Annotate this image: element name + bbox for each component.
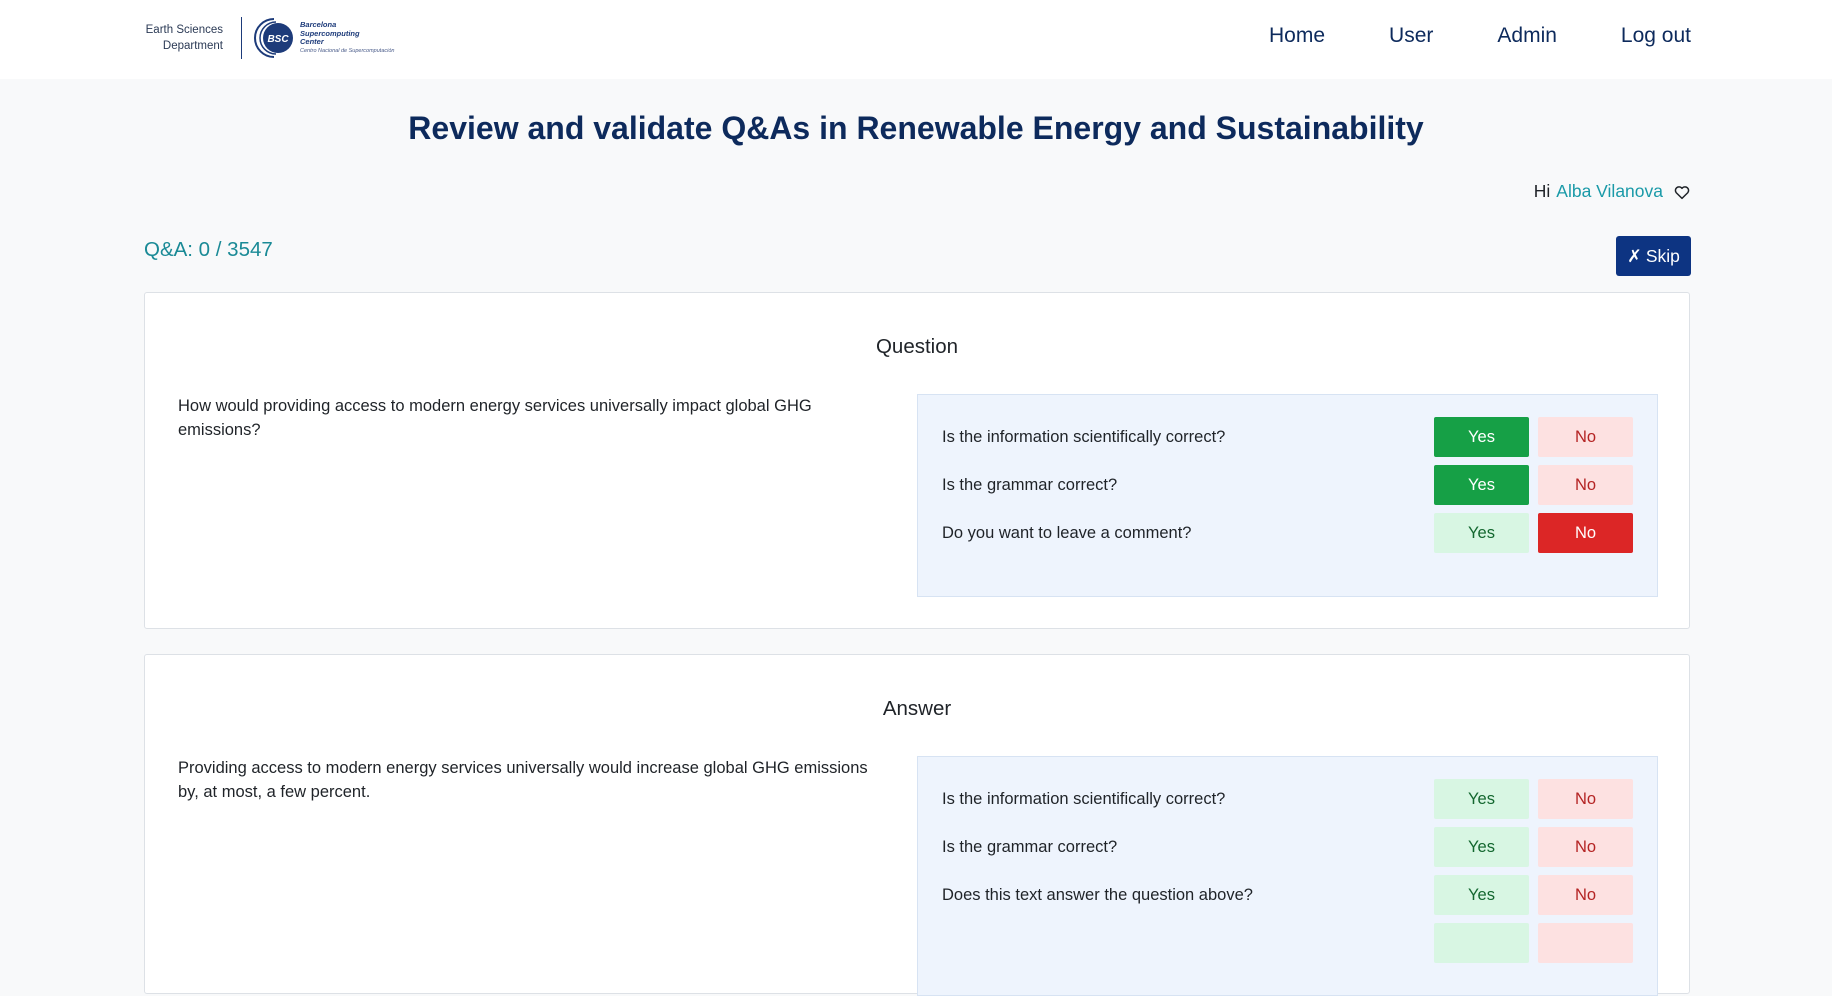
no-button[interactable]: No [1538,875,1633,915]
check-label: Do you want to leave a comment? [942,523,1192,542]
answer-check-row: Is the information scientifically correc… [942,779,1633,819]
yes-no-group [1434,923,1633,963]
yes-button[interactable]: Yes [1434,417,1529,457]
yes-no-group: Yes No [1434,465,1633,505]
check-label: Does this text answer the question above… [942,885,1253,904]
user-greeting: Hi Alba Vilanova [1534,181,1691,202]
no-button[interactable] [1538,923,1633,963]
check-label: Is the grammar correct? [942,837,1118,856]
yes-no-group: Yes No [1434,417,1633,457]
answer-check-row: Does this text answer the question above… [942,875,1633,915]
yes-button[interactable]: Yes [1434,779,1529,819]
question-check-row: Is the information scientifically correc… [942,417,1633,457]
answer-card: Answer Providing access to modern energy… [144,654,1690,996]
question-card: Question How would providing access to m… [144,292,1690,629]
skip-button[interactable]: ✗ Skip [1616,236,1691,276]
bsc-logo: BSC Barcelona Supercomputing Center Cent… [252,17,394,59]
yes-button[interactable] [1434,923,1529,963]
yes-button[interactable]: Yes [1434,827,1529,867]
no-button[interactable]: No [1538,417,1633,457]
svg-text:BSC: BSC [267,34,289,45]
department-name: Earth Sciences Department [143,22,223,54]
bsc-wordmark: Barcelona Supercomputing Center Centro N… [300,20,395,55]
top-navbar: Earth Sciences Department BSC Barcelona … [0,0,1832,79]
no-button[interactable]: No [1538,465,1633,505]
no-button[interactable]: No [1538,779,1633,819]
answer-check-row: Is the grammar correct? Yes No [942,827,1633,867]
main-nav: Home User Admin Log out [1269,24,1691,48]
department-line-2: Department [162,40,223,52]
yes-no-group: Yes No [1434,779,1633,819]
question-checks-panel: Is the information scientifically correc… [917,394,1658,597]
check-label: Is the grammar correct? [942,475,1118,494]
nav-home[interactable]: Home [1269,24,1325,48]
no-button[interactable]: No [1538,827,1633,867]
greeting-prefix: Hi [1533,181,1551,201]
brand-logo[interactable]: Earth Sciences Department BSC Barcelona … [143,16,394,60]
bsc-emblem-icon: BSC [254,18,293,58]
yes-button[interactable]: Yes [1434,513,1529,553]
answer-check-row [942,923,1633,963]
answer-text: Providing access to modern energy servic… [178,759,868,801]
user-name-link[interactable]: Alba Vilanova [1556,181,1663,202]
skip-icon: ✗ [1627,245,1642,266]
qa-progress-counter: Q&A: 0 / 3547 [144,238,273,261]
nav-user[interactable]: User [1389,24,1433,48]
department-line-1: Earth Sciences [145,24,223,36]
no-button[interactable]: No [1538,513,1633,553]
yes-button[interactable]: Yes [1434,465,1529,505]
yes-no-group: Yes No [1434,827,1633,867]
answer-title: Answer [882,697,952,720]
check-label: Is the information scientifically correc… [942,789,1226,808]
question-check-row: Do you want to leave a comment? Yes No [942,513,1633,553]
yes-no-group: Yes No [1434,875,1633,915]
question-text: How would providing access to modern ene… [178,397,812,439]
bsc-name-line-3: Center [300,37,324,46]
heart-icon[interactable] [1673,183,1691,201]
answer-checks-panel: Is the information scientifically correc… [917,756,1658,996]
bsc-tagline: Centro Nacional de Supercomputación [300,47,395,54]
check-label: Is the information scientifically correc… [942,427,1226,446]
question-title: Question [875,335,959,358]
brand-divider [241,17,242,59]
nav-admin[interactable]: Admin [1497,24,1557,48]
question-check-row: Is the grammar correct? Yes No [942,465,1633,505]
nav-log-out[interactable]: Log out [1621,24,1691,48]
page-title: Review and validate Q&As in Renewable En… [408,110,1424,146]
yes-button[interactable]: Yes [1434,875,1529,915]
yes-no-group: Yes No [1434,513,1633,553]
skip-label: Skip [1645,245,1680,266]
